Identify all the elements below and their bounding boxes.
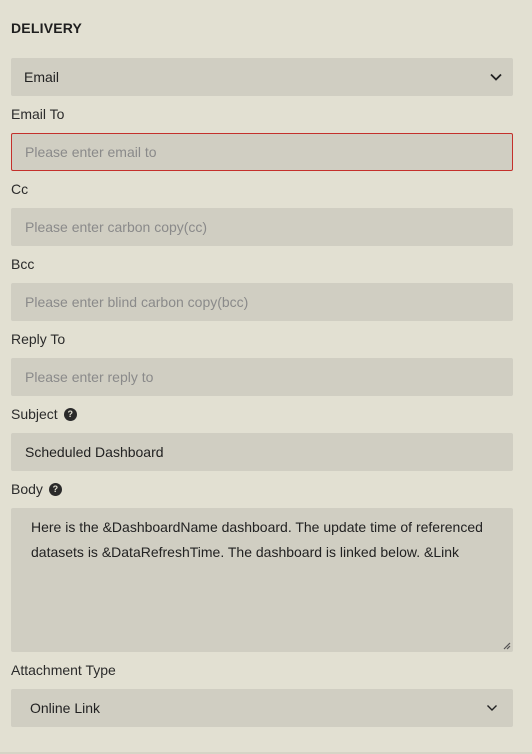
body-textarea[interactable]: Here is the &DashboardName dashboard. Th… — [11, 508, 513, 652]
bcc-input[interactable]: Please enter blind carbon copy(bcc) — [11, 283, 513, 321]
section-title: DELIVERY — [11, 20, 83, 36]
subject-value: Scheduled Dashboard — [25, 444, 164, 460]
body-value: Here is the &DashboardName dashboard. Th… — [31, 519, 483, 560]
cc-input[interactable]: Please enter carbon copy(cc) — [11, 208, 513, 246]
bcc-label-text: Bcc — [11, 256, 35, 272]
subject-label: Subject ? — [11, 406, 77, 422]
attachment-type-select[interactable]: Online Link — [11, 689, 513, 727]
chevron-down-icon — [490, 73, 502, 81]
email-to-input[interactable]: Please enter email to — [11, 133, 513, 171]
resize-handle-icon[interactable] — [501, 640, 511, 650]
reply-to-label-text: Reply To — [11, 331, 66, 347]
body-label-text: Body — [11, 481, 43, 497]
chevron-down-icon — [487, 705, 497, 711]
subject-help-icon[interactable]: ? — [63, 407, 77, 421]
reply-to-placeholder: Please enter reply to — [25, 369, 154, 385]
cc-placeholder: Please enter carbon copy(cc) — [25, 219, 208, 235]
email-to-placeholder: Please enter email to — [25, 144, 157, 160]
email-to-label: Email To — [11, 106, 64, 122]
bcc-placeholder: Please enter blind carbon copy(bcc) — [25, 294, 249, 310]
reply-to-label: Reply To — [11, 331, 65, 347]
attachment-type-label: Attachment Type — [11, 662, 116, 678]
attachment-type-label-text: Attachment Type — [11, 662, 116, 678]
email-to-label-text: Email To — [11, 106, 65, 122]
subject-input[interactable]: Scheduled Dashboard — [11, 433, 513, 471]
bcc-label: Bcc — [11, 256, 34, 272]
subject-label-text: Subject — [11, 406, 58, 422]
delivery-method-value: Email — [24, 69, 60, 85]
attachment-type-value: Online Link — [30, 700, 101, 716]
delivery-method-select[interactable]: Email — [11, 58, 513, 96]
cc-label-text: Cc — [11, 181, 29, 197]
body-label: Body ? — [11, 481, 62, 497]
cc-label: Cc — [11, 181, 28, 197]
body-help-icon[interactable]: ? — [48, 482, 62, 496]
reply-to-input[interactable]: Please enter reply to — [11, 358, 513, 396]
